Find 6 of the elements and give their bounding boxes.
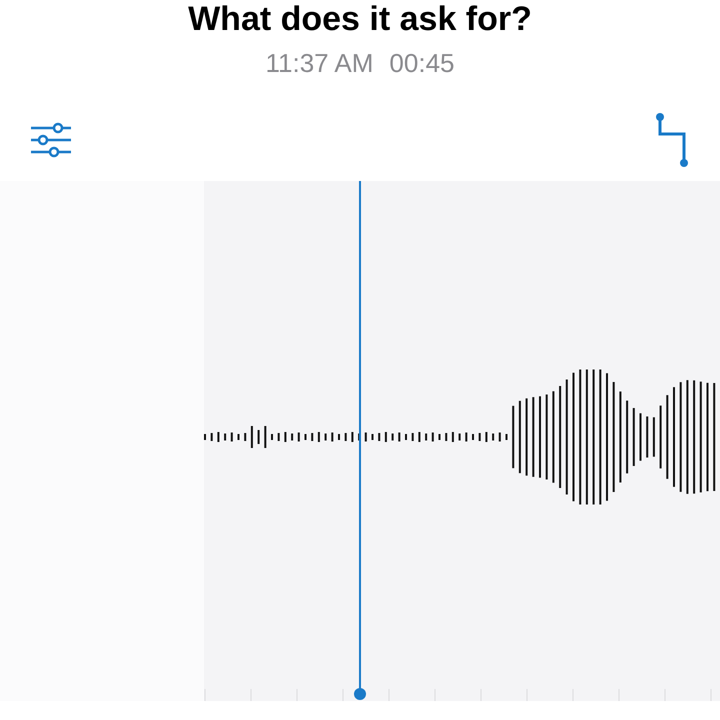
- playhead[interactable]: [354, 181, 366, 700]
- crop-icon[interactable]: [654, 112, 690, 168]
- recorded-time: 11:37 AM: [265, 47, 374, 80]
- recording-title: What does it ask for?: [188, 2, 532, 36]
- duration: 00:45: [389, 47, 454, 80]
- settings-icon[interactable]: [30, 122, 72, 158]
